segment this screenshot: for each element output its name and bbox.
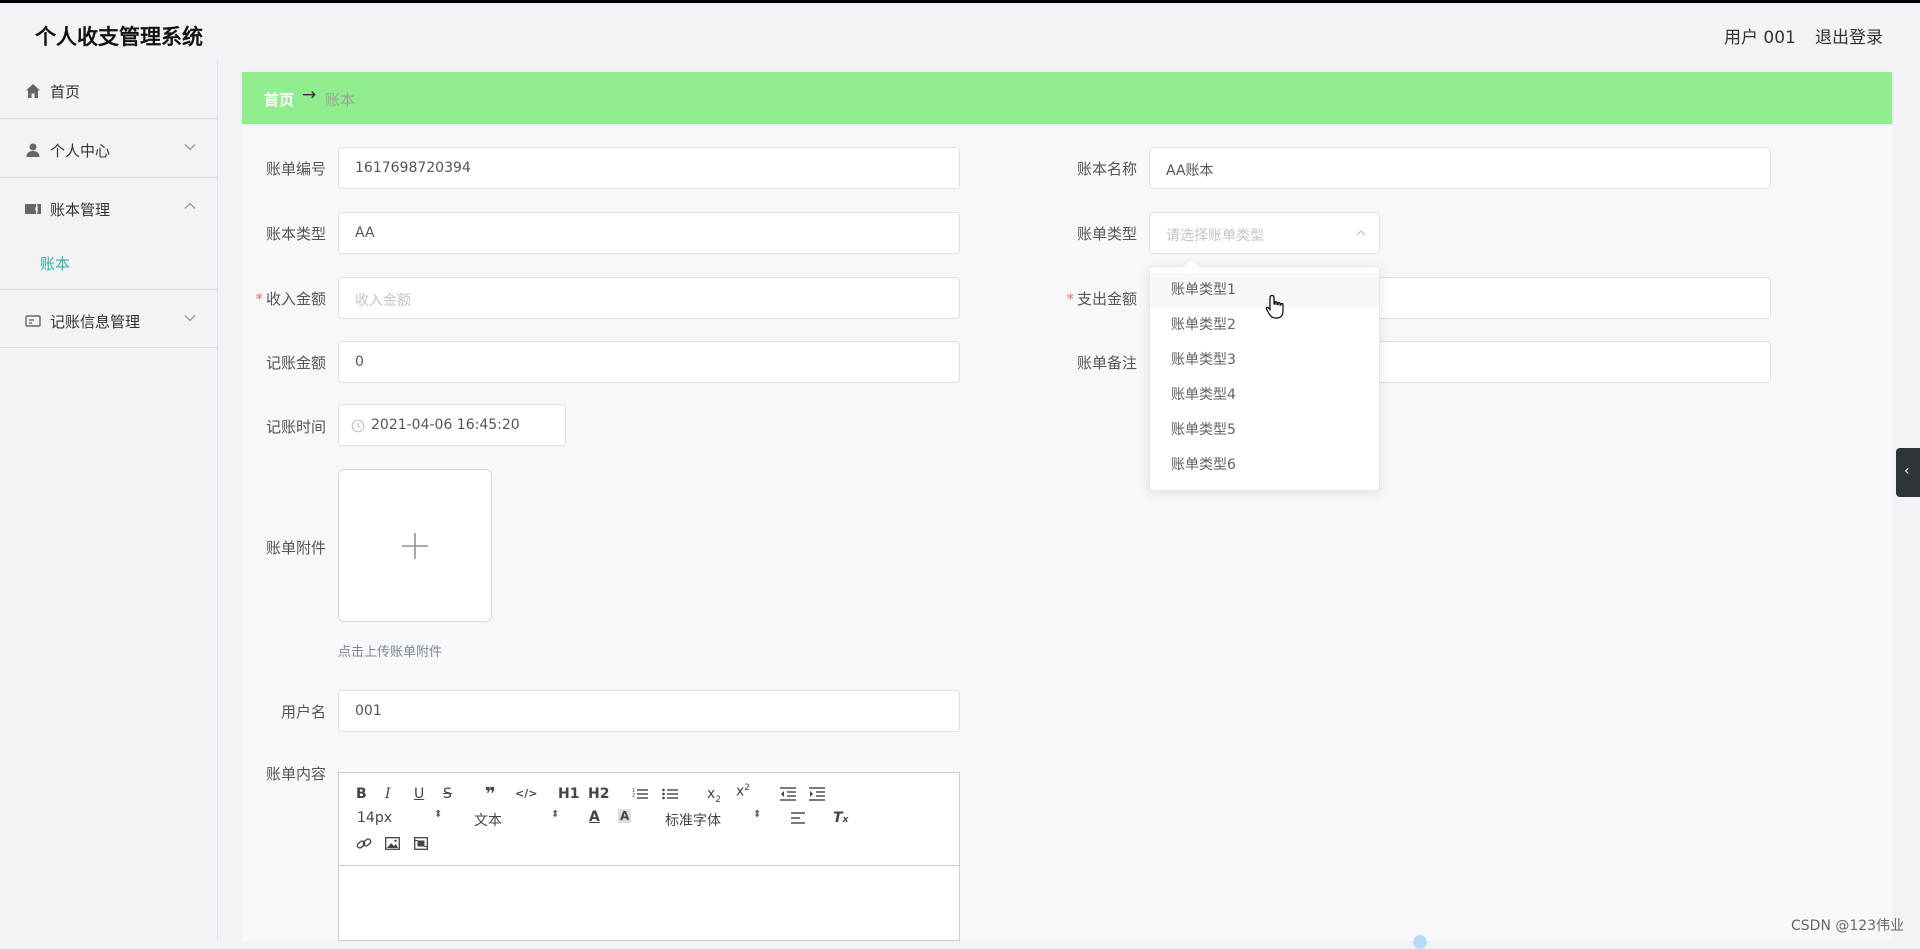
text-style-select[interactable]: 文本	[474, 810, 502, 830]
dropdown-option[interactable]: 账单类型4	[1150, 378, 1379, 413]
book-type-input[interactable]: AA	[338, 212, 960, 254]
link-icon[interactable]	[356, 837, 372, 851]
font-size-select[interactable]: 14px	[357, 810, 392, 826]
align-icon[interactable]	[791, 812, 805, 824]
chevron-up-icon	[184, 202, 196, 209]
upload-tip: 点击上传账单附件	[338, 645, 443, 660]
panel-toggle-button[interactable]: ‹	[1896, 448, 1920, 497]
expense-label: * 支出金额	[1047, 288, 1137, 309]
breadcrumb-current: 账本	[325, 91, 356, 109]
h1-button[interactable]: H1	[558, 786, 579, 802]
sidebar-item-label: 账本管理	[50, 201, 111, 219]
h2-button[interactable]: H2	[588, 786, 609, 802]
editor-toolbar: B I U S ❞ </> H1 H2 12 x2 x2 14px ⬍ 文本 ⬍…	[339, 773, 959, 866]
sidebar-item-records[interactable]: 记账信息管理	[0, 289, 218, 348]
sidebar: 首页 个人中心 账本管理 账本 记账信息管理	[0, 60, 218, 941]
rich-text-editor: B I U S ❞ </> H1 H2 12 x2 x2 14px ⬍ 文本 ⬍…	[338, 772, 960, 941]
book-type-label: 账本类型	[265, 225, 326, 243]
breadcrumb: 首页 → 账本	[242, 72, 1892, 124]
image-icon[interactable]	[385, 837, 400, 850]
remark-label: 账单备注	[1076, 354, 1137, 372]
scroll-indicator	[1413, 935, 1427, 949]
hand-cursor-icon	[1265, 294, 1284, 319]
dropdown-option[interactable]: 账单类型6	[1150, 448, 1379, 483]
user-icon	[26, 143, 40, 157]
svg-text:2: 2	[632, 793, 635, 799]
breadcrumb-home[interactable]: 首页	[264, 89, 294, 110]
header: 个人收支管理系统 用户 001 退出登录	[0, 3, 1920, 60]
bill-type-select[interactable]: 请选择账单类型	[1149, 212, 1380, 254]
bill-no-label: 账单编号	[265, 160, 326, 178]
income-label-text: 收入金额	[265, 290, 326, 308]
background-color-button[interactable]: A	[618, 809, 632, 823]
sidebar-item-label: 首页	[50, 83, 81, 101]
income-input[interactable]: 收入金额	[338, 277, 960, 319]
watermark: CSDN @123伟业	[1791, 918, 1905, 934]
dropdown-option[interactable]: 账单类型5	[1150, 413, 1379, 448]
breadcrumb-separator: →	[302, 85, 317, 105]
sort-arrows-icon: ⬍	[753, 809, 762, 820]
chevron-left-icon: ‹	[1904, 463, 1910, 479]
blockquote-button[interactable]: ❞	[485, 784, 496, 805]
bill-type-label: 账单类型	[1076, 225, 1137, 243]
code-button[interactable]: </>	[515, 787, 537, 800]
font-family-select[interactable]: 标准字体	[665, 810, 721, 830]
dropdown-option[interactable]: 账单类型3	[1150, 343, 1379, 378]
bullet-list-icon[interactable]	[662, 787, 678, 801]
income-label: * 收入金额	[236, 288, 326, 309]
sidebar-item-book-management[interactable]: 账本管理	[0, 178, 218, 283]
ordered-list-icon[interactable]: 12	[632, 787, 648, 801]
font-color-button[interactable]: A	[589, 809, 600, 825]
strike-button[interactable]: S	[443, 786, 452, 802]
sidebar-subitem-book[interactable]: 账本	[40, 253, 70, 274]
sort-arrows-icon: ⬍	[434, 809, 443, 820]
clear-format-button[interactable]: Tx	[833, 810, 848, 826]
logout-button[interactable]: 退出登录	[1815, 23, 1883, 48]
user-name: 用户 001	[1724, 28, 1796, 48]
superscript-button[interactable]: x2	[736, 783, 750, 800]
attachment-label: 账单附件	[265, 539, 326, 557]
app-title: 个人收支管理系统	[35, 25, 203, 49]
book-name-label: 账本名称	[1076, 160, 1137, 178]
bold-button[interactable]: B	[356, 786, 367, 802]
sidebar-item-label: 个人中心	[50, 142, 111, 160]
content-label: 账单内容	[265, 765, 326, 783]
outdent-icon[interactable]	[780, 787, 796, 801]
sort-arrows-icon: ⬍	[551, 809, 560, 820]
sidebar-item-label: 记账信息管理	[50, 313, 141, 331]
ticket-icon	[25, 204, 41, 214]
sidebar-item-home[interactable]: 首页	[0, 60, 218, 119]
username-label: 用户名	[280, 703, 326, 721]
expense-label-text: 支出金额	[1076, 290, 1137, 308]
chevron-up-icon	[1356, 230, 1366, 236]
home-icon	[26, 84, 40, 98]
card-icon	[25, 315, 41, 327]
plus-icon	[402, 533, 428, 559]
bill-type-placeholder: 请选择账单类型	[1166, 228, 1264, 244]
required-mark: *	[1066, 290, 1074, 308]
amount-label: 记账金额	[265, 354, 326, 372]
italic-button[interactable]: I	[385, 786, 391, 802]
attachment-upload[interactable]	[338, 469, 492, 622]
sidebar-item-profile[interactable]: 个人中心	[0, 119, 218, 178]
username-input[interactable]: 001	[338, 690, 960, 732]
chevron-down-icon	[184, 144, 196, 151]
time-picker[interactable]: 2021-04-06 16:45:20	[338, 404, 566, 446]
time-label: 记账时间	[265, 418, 326, 436]
amount-input[interactable]: 0	[338, 341, 960, 383]
indent-icon[interactable]	[809, 787, 825, 801]
chevron-down-icon	[184, 315, 196, 322]
book-name-input[interactable]: AA账本	[1149, 147, 1771, 189]
time-value: 2021-04-06 16:45:20	[371, 417, 520, 433]
bill-no-input[interactable]: 1617698720394	[338, 147, 960, 189]
subscript-button[interactable]: x2	[707, 786, 721, 805]
required-mark: *	[255, 290, 263, 308]
clock-icon	[351, 419, 365, 433]
underline-button[interactable]: U	[414, 786, 424, 802]
video-icon[interactable]	[414, 837, 428, 850]
